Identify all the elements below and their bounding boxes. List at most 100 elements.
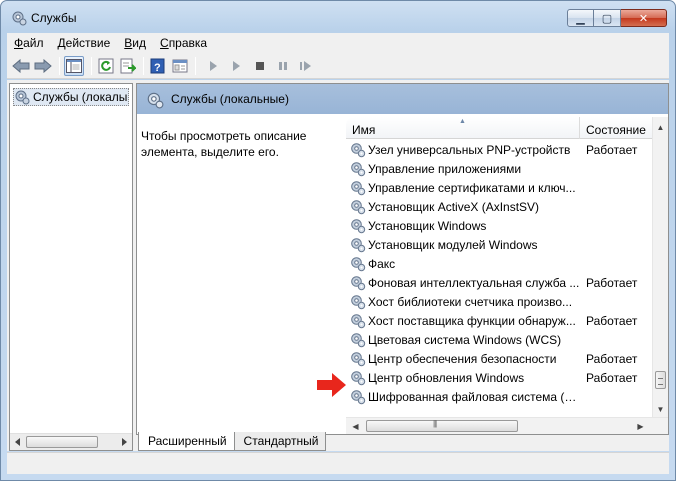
service-gear-icon — [350, 256, 366, 272]
service-gear-icon — [350, 142, 366, 158]
table-row[interactable]: Факс — [346, 254, 652, 273]
maximize-button[interactable]: ▢ — [594, 9, 621, 27]
service-name: Хост библиотеки счетчика произво... — [368, 294, 573, 309]
close-button[interactable]: ✕ — [621, 9, 667, 27]
forward-button[interactable] — [33, 56, 53, 76]
service-name: Узел универсальных PNP-устройств — [368, 142, 571, 157]
column-name-label: Имя — [352, 123, 376, 137]
table-row[interactable]: Управление приложениями — [346, 159, 652, 178]
console-tree-pane: Службы (локалы — [9, 83, 133, 451]
table-row[interactable]: Центр обновления Windows Работает — [346, 368, 652, 387]
tree-item-services-local[interactable]: Службы (локалы — [13, 88, 129, 106]
service-name: Цветовая система Windows (WCS) — [368, 332, 562, 347]
service-gear-icon — [350, 199, 366, 215]
service-state: Работает — [586, 313, 638, 328]
toolbar-separator — [91, 57, 92, 75]
table-row[interactable]: Хост поставщика функции обнаруж... Работа… — [346, 311, 652, 330]
list-rows: Узел универсальных PNP-устройств Работает… — [346, 140, 652, 406]
column-header-state[interactable]: Состояние — [581, 117, 653, 139]
service-name: Установщик Windows — [368, 218, 487, 233]
refresh-icon — [98, 58, 114, 74]
restart-service-button[interactable] — [296, 56, 316, 76]
start-service-button[interactable] — [203, 56, 223, 76]
service-name: Управление приложениями — [368, 161, 522, 176]
services-gear-icon — [15, 90, 30, 105]
forward-arrow-icon — [34, 59, 52, 73]
scroll-up-icon[interactable]: ▲ — [653, 120, 668, 135]
pause-service-button[interactable] — [273, 56, 293, 76]
menu-view-label: ид — [132, 36, 147, 50]
service-name: Факс — [368, 256, 396, 271]
svg-text:?: ? — [154, 62, 161, 74]
description-text: Чтобы просмотреть описание элемента, выд… — [141, 129, 307, 159]
service-state: Работает — [586, 275, 638, 290]
scroll-right-icon — [122, 438, 127, 446]
list-hscroll-thumb[interactable] — [366, 419, 518, 432]
service-name: Шифрованная файловая система (E... — [368, 389, 582, 404]
table-row[interactable]: Цветовая система Windows (WCS) — [346, 330, 652, 349]
menu-bar: Файл Действие Вид Справка — [7, 33, 669, 53]
menu-action[interactable]: Действие — [51, 36, 118, 50]
back-arrow-icon — [12, 59, 30, 73]
service-gear-icon — [350, 218, 366, 234]
restart-icon — [300, 61, 311, 71]
service-name: Установщик модулей Windows — [368, 237, 538, 252]
list-horizontal-scrollbar[interactable]: ◀ ▶ — [346, 417, 668, 434]
start-service-alt-button[interactable] — [226, 56, 246, 76]
table-row[interactable]: Управление сертификатами и ключ... — [346, 178, 652, 197]
table-row[interactable]: Шифрованная файловая система (E... — [346, 387, 652, 406]
scroll-down-icon[interactable]: ▼ — [653, 402, 668, 417]
column-state-label: Состояние — [586, 123, 646, 137]
stop-icon — [256, 62, 264, 70]
service-gear-icon — [350, 370, 366, 386]
back-button[interactable] — [11, 56, 31, 76]
menu-file[interactable]: Файл — [7, 36, 51, 50]
show-console-tree-button[interactable] — [64, 56, 84, 76]
list-vertical-scrollbar[interactable]: ▲ ▼ — [652, 117, 668, 417]
table-row[interactable]: Установщик ActiveX (AxInstSV) — [346, 197, 652, 216]
list-header: ▲ Имя Состояние — [346, 117, 668, 139]
services-gear-icon — [12, 11, 27, 26]
minimize-icon: ▁ — [576, 12, 585, 25]
window-title: Службы — [31, 11, 77, 25]
table-row[interactable]: Узел универсальных PNP-устройств Работает — [346, 140, 652, 159]
export-list-button[interactable] — [118, 56, 138, 76]
service-gear-icon — [350, 275, 366, 291]
maximize-icon: ▢ — [601, 12, 613, 25]
tab-extended[interactable]: Расширенный — [138, 432, 234, 451]
tab-standard[interactable]: Стандартный — [233, 432, 327, 451]
minimize-button[interactable]: ▁ — [567, 9, 594, 27]
menu-file-accel: Ф — [14, 36, 24, 50]
close-icon: ✕ — [638, 12, 649, 25]
tree-horizontal-scrollbar[interactable] — [10, 433, 132, 450]
service-gear-icon — [350, 313, 366, 329]
help-button[interactable]: ? — [148, 56, 168, 76]
column-header-name[interactable]: ▲ Имя — [346, 117, 580, 139]
table-row[interactable]: Установщик модулей Windows — [346, 235, 652, 254]
toolbar-separator — [195, 57, 196, 75]
sort-ascending-icon: ▲ — [459, 118, 466, 125]
table-row[interactable]: Хост библиотеки счетчика произво... — [346, 292, 652, 311]
service-state: Работает — [586, 142, 638, 157]
title-bar[interactable]: Службы ▁ ▢ ✕ — [1, 1, 675, 33]
menu-view[interactable]: Вид — [117, 36, 153, 50]
list-vscroll-thumb[interactable] — [655, 371, 666, 389]
window-controls: ▁ ▢ ✕ — [567, 9, 667, 27]
service-gear-icon — [350, 161, 366, 177]
menu-action-label: ействие — [65, 36, 111, 50]
tree-scroll-thumb[interactable] — [26, 436, 98, 448]
menu-help[interactable]: Справка — [153, 36, 214, 50]
table-row[interactable]: Центр обеспечения безопасности Работает — [346, 349, 652, 368]
pause-icon — [279, 62, 287, 70]
scroll-right-icon[interactable]: ▶ — [633, 418, 648, 434]
play-alt-icon — [233, 61, 240, 71]
properties-button[interactable] — [170, 56, 190, 76]
play-icon — [210, 61, 217, 71]
stop-service-button[interactable] — [250, 56, 270, 76]
table-row[interactable]: Фоновая интеллектуальная служба ... Работ… — [346, 273, 652, 292]
scroll-left-icon[interactable]: ◀ — [348, 418, 363, 434]
table-row[interactable]: Установщик Windows — [346, 216, 652, 235]
properties-icon — [172, 59, 188, 73]
refresh-button[interactable] — [96, 56, 116, 76]
details-header: Службы (локальные) — [137, 84, 668, 114]
